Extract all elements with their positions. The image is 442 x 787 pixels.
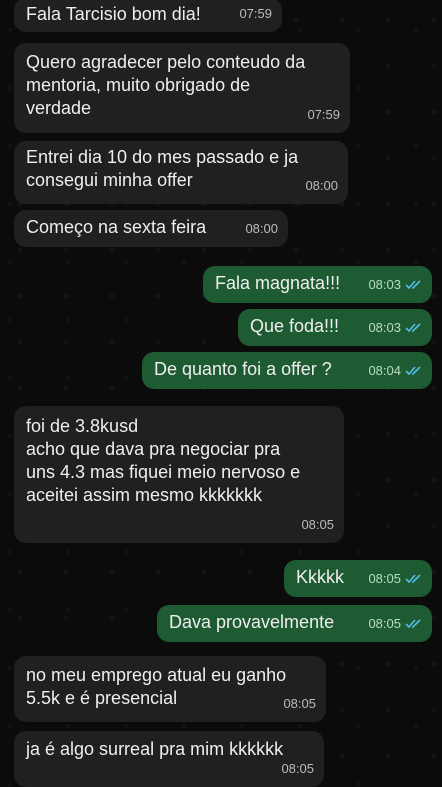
message-meta: 08:03	[368, 316, 422, 339]
message-text: Fala Tarcisio bom dia!	[26, 4, 201, 24]
message-time: 08:00	[305, 178, 338, 193]
message-text: Entrei dia 10 do mes passado e ja conseg…	[26, 147, 299, 190]
message-bubble-outgoing[interactable]: Dava provavelmente 08:05	[157, 605, 432, 642]
message-bubble-outgoing[interactable]: Fala magnata!!! 08:03	[203, 266, 432, 303]
double-check-icon	[405, 618, 422, 629]
double-check-icon	[405, 365, 422, 376]
message-text: no meu emprego atual eu ganho 5.5k e é p…	[26, 665, 287, 708]
message-time: 08:05	[281, 761, 314, 776]
message-text: Começo na sexta feira	[26, 217, 207, 237]
message-time: 07:59	[239, 6, 272, 21]
double-check-icon	[405, 322, 422, 333]
message-bubble-incoming[interactable]: Entrei dia 10 do mes passado e ja conseg…	[14, 141, 348, 204]
message-time: 08:00	[245, 221, 278, 236]
message-bubble-incoming[interactable]: Quero agradecer pelo conteudo da mentori…	[14, 43, 350, 133]
message-meta: 08:05	[368, 567, 422, 590]
message-bubble-outgoing[interactable]: Kkkkk 08:05	[284, 560, 432, 597]
message-time: 08:05	[368, 571, 401, 586]
message-bubble-incoming[interactable]: no meu emprego atual eu ganho 5.5k e é p…	[14, 656, 326, 722]
message-bubble-incoming[interactable]: Começo na sexta feira 08:00	[14, 210, 288, 247]
message-meta: 08:04	[368, 359, 422, 382]
message-text: ja é algo surreal pra mim kkkkkk	[26, 739, 284, 759]
message-bubble-outgoing[interactable]: Que foda!!! 08:03	[238, 309, 432, 346]
message-meta: 08:05	[368, 612, 422, 635]
double-check-icon	[405, 573, 422, 584]
double-check-icon	[405, 279, 422, 290]
message-bubble-incoming[interactable]: Fala Tarcisio bom dia! 07:59	[14, 0, 282, 32]
message-time: 08:05	[283, 696, 316, 711]
message-text: Quero agradecer pelo conteudo da mentori…	[26, 52, 306, 118]
message-time: 08:05	[301, 517, 334, 532]
message-time: 08:03	[368, 320, 401, 335]
message-time: 08:04	[368, 363, 401, 378]
message-bubble-incoming[interactable]: ja é algo surreal pra mim kkkkkk 08:05	[14, 731, 324, 787]
message-bubble-incoming[interactable]: foi de 3.8kusd acho que dava pra negocia…	[14, 406, 344, 543]
message-meta: 08:03	[368, 273, 422, 296]
message-time: 07:59	[307, 107, 340, 122]
message-text: foi de 3.8kusd acho que dava pra negocia…	[26, 416, 301, 505]
message-bubble-outgoing[interactable]: De quanto foi a offer ? 08:04	[142, 352, 432, 389]
message-time: 08:03	[368, 277, 401, 292]
message-time: 08:05	[368, 616, 401, 631]
